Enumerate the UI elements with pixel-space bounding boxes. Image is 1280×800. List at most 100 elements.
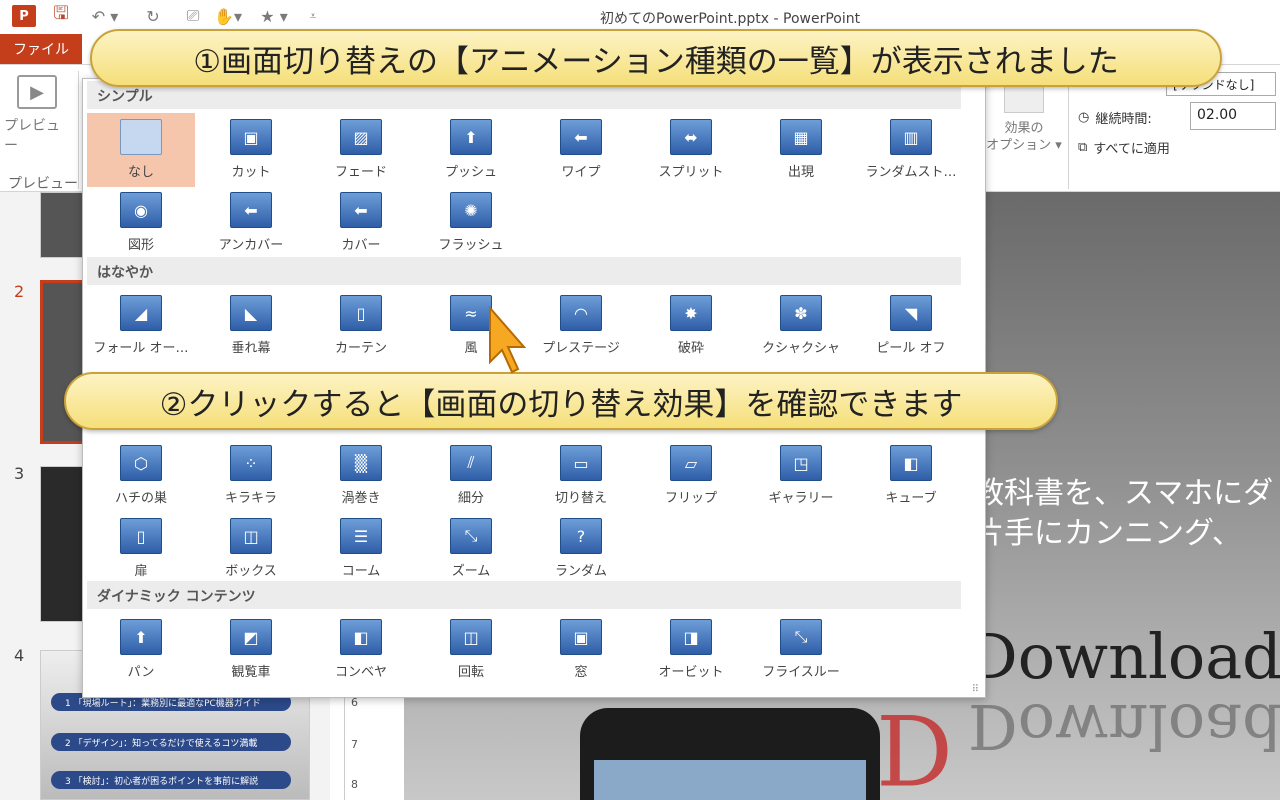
save-icon[interactable]: 🖫: [50, 3, 72, 27]
transition-label: カバー: [341, 238, 381, 253]
transition-tile[interactable]: ◩ 観覧車: [197, 613, 305, 687]
transition-label: カット: [231, 165, 271, 180]
transition-icon: ⬅: [560, 119, 602, 155]
star-icon[interactable]: ★ ▾: [254, 5, 294, 27]
transition-tile[interactable]: ◧ キューブ: [857, 439, 965, 513]
transition-tile[interactable]: ⁘ キラキラ: [197, 439, 305, 513]
transition-tile[interactable]: ▥ ランダムスト…: [857, 113, 965, 187]
transition-icon: ▦: [780, 119, 822, 155]
transition-tile[interactable]: ▯ カーテン: [307, 289, 415, 363]
transition-icon: ◳: [780, 445, 822, 481]
file-tab[interactable]: ファイル: [0, 34, 82, 64]
transition-icon: ◢: [120, 295, 162, 331]
transition-label: アンカバー: [218, 238, 284, 253]
transition-tile[interactable]: ? ランダム: [527, 512, 635, 586]
callout-annotation-2: ②クリックすると【画面の切り替え効果】を確認できます: [64, 372, 1058, 430]
transition-tile[interactable]: ▒ 渦巻き: [307, 439, 415, 513]
transition-tile[interactable]: ⤡ ズーム: [417, 512, 525, 586]
present-icon[interactable]: ⎚: [180, 5, 206, 27]
transition-tile[interactable]: ▨ フェード: [307, 113, 415, 187]
transition-tile[interactable]: ▣ 窓: [527, 613, 635, 687]
transition-label: スプリット: [658, 165, 724, 180]
transition-label: なし: [127, 165, 154, 180]
download-reflection: Download: [968, 690, 1280, 763]
transition-tile[interactable]: ◳ ギャラリー: [747, 439, 855, 513]
transition-label: プッシュ: [444, 165, 497, 180]
touch-mode-icon[interactable]: ✋▾: [210, 5, 246, 27]
slide-number-4: 4: [14, 646, 25, 665]
section-header-dynamic: ダイナミック コンテンツ: [87, 581, 961, 609]
transition-tile[interactable]: ◣ 垂れ幕: [197, 289, 305, 363]
transition-label: 破砕: [677, 341, 704, 356]
transition-tile[interactable]: ⬆ プッシュ: [417, 113, 525, 187]
transition-label: プレステージ: [542, 341, 620, 356]
transition-tile[interactable]: ⬌ スプリット: [637, 113, 745, 187]
transition-icon: ☰: [340, 518, 382, 554]
transition-label: 風: [464, 341, 478, 356]
transition-icon: ⬆: [120, 619, 162, 655]
transition-tile[interactable]: ⬡ ハチの巣: [87, 439, 195, 513]
transition-icon: ◧: [890, 445, 932, 481]
transition-label: 扉: [134, 564, 148, 579]
duration-input[interactable]: 02.00: [1190, 102, 1276, 130]
transition-tile[interactable]: ◫ 回転: [417, 613, 525, 687]
transition-tile[interactable]: ✸ 破砕: [637, 289, 745, 363]
transition-tile[interactable]: ◠ プレステージ: [527, 289, 635, 363]
thumbnail-text: 3 「検討」：初心者が困るポイントを事前に解説: [51, 771, 291, 789]
transition-tile[interactable]: ▱ フリップ: [637, 439, 745, 513]
transition-tile[interactable]: ▦ 出現: [747, 113, 855, 187]
preview-label: プレビュー: [4, 118, 60, 154]
undo-icon[interactable]: ↶ ▾: [88, 5, 122, 27]
apply-all-button[interactable]: ⧉ すべてに適用: [1078, 138, 1170, 157]
transition-icon: ◣: [230, 295, 272, 331]
transition-tile[interactable]: ◧ コンベヤ: [307, 613, 415, 687]
slide-number-2: 2: [14, 282, 25, 301]
transition-tile[interactable]: ◥ ピール オフ: [857, 289, 965, 363]
transition-label: キラキラ: [224, 491, 277, 506]
transition-tile[interactable]: なし: [87, 113, 195, 187]
transition-tile[interactable]: ◢ フォール オー…: [87, 289, 195, 363]
transition-label: 渦巻き: [341, 491, 381, 506]
transition-icon: ▨: [340, 119, 382, 155]
transition-label: フォール オー…: [93, 341, 189, 356]
customize-qat-icon[interactable]: ⩡: [304, 5, 322, 27]
duration-row: ◷ 継続時間:: [1078, 108, 1152, 127]
phone-image: [580, 708, 880, 800]
clock-icon: ◷: [1078, 110, 1090, 125]
transition-tile[interactable]: ✺ フラッシュ: [417, 186, 525, 260]
transition-tile[interactable]: ⫽ 細分: [417, 439, 525, 513]
transition-icon: [120, 119, 162, 155]
transition-icon: ✺: [450, 192, 492, 228]
powerpoint-logo-icon: P: [12, 5, 36, 27]
transition-tile[interactable]: ⬆ パン: [87, 613, 195, 687]
transition-tile[interactable]: ◨ オービット: [637, 613, 745, 687]
transition-tile[interactable]: ▣ カット: [197, 113, 305, 187]
transition-label: オービット: [658, 665, 724, 680]
slide-text-line: 教科書を、スマホにダ: [974, 476, 1274, 511]
transition-tile[interactable]: ▯ 扉: [87, 512, 195, 586]
transition-tile[interactable]: ⬅ アンカバー: [197, 186, 305, 260]
transition-icon: ▣: [560, 619, 602, 655]
preview-button[interactable]: ▶ プレビュー: [4, 75, 70, 155]
resize-grip-icon[interactable]: ⠿: [972, 684, 979, 695]
phone-screen: [594, 760, 866, 800]
transition-tile[interactable]: ⤡ フライスルー: [747, 613, 855, 687]
transition-tile[interactable]: ◉ 図形: [87, 186, 195, 260]
transition-tile[interactable]: ⬅ カバー: [307, 186, 415, 260]
transition-tile[interactable]: ✽ クシャクシャ: [747, 289, 855, 363]
section-header-exciting: はなやか: [87, 257, 961, 285]
transition-label: ズーム: [451, 564, 491, 579]
transition-tile[interactable]: ◫ ボックス: [197, 512, 305, 586]
transition-icon: ▯: [120, 518, 162, 554]
transition-label: ハチの巣: [114, 491, 167, 506]
ruler-mark: 8: [351, 778, 358, 791]
transition-tile[interactable]: ☰ コーム: [307, 512, 415, 586]
transition-tile[interactable]: ⬅ ワイプ: [527, 113, 635, 187]
transition-icon: ⬅: [230, 192, 272, 228]
preview-icon: ▶: [17, 75, 57, 109]
transition-icon: ▱: [670, 445, 712, 481]
transition-tile[interactable]: ▭ 切り替え: [527, 439, 635, 513]
transition-label: ボックス: [225, 564, 277, 579]
redo-icon[interactable]: ↻: [142, 5, 164, 27]
effect-options-button[interactable]: 効果の オプション ▾: [986, 77, 1062, 177]
